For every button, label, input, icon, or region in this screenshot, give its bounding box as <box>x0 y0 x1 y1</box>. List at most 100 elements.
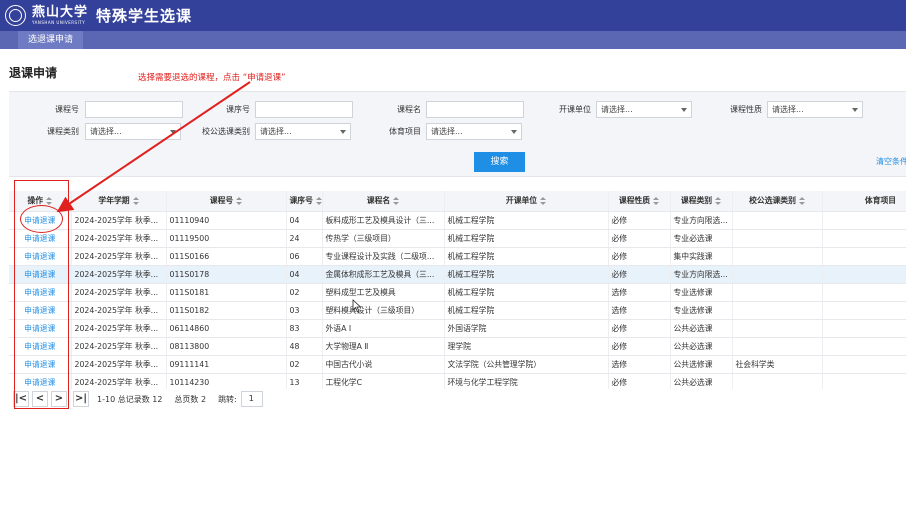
cell-category: 公共必选课 <box>670 373 733 389</box>
chevron-down-icon <box>511 130 517 134</box>
cell-course-name: 专业课程设计及实践（二级项... <box>322 247 445 266</box>
tab-withdraw-application[interactable]: 选退课申请 <box>18 31 84 49</box>
next-page-button[interactable]: > <box>51 391 67 407</box>
cell-course-name: 塑料模具设计（三级项目） <box>322 301 445 320</box>
apply-withdraw-link[interactable]: 申请退课 <box>9 319 72 338</box>
university-name-en: YANSHAN UNIVERSITY <box>32 20 86 25</box>
course-table: 操作 学年学期 课程号 课序号 课程名 开课单位 课程性质 课程类别 校公选课类… <box>9 191 906 389</box>
cell-elective <box>732 247 823 266</box>
col-header-course-code[interactable]: 课程号 <box>166 191 287 212</box>
dept-label: 开课单位 <box>559 105 591 114</box>
cell-sport <box>822 229 906 248</box>
cell-sport <box>822 211 906 230</box>
dept-select[interactable]: 请选择... <box>596 101 692 118</box>
table-row[interactable]: 申请退课 2024-2025学年 秋季... 01110940 04 板料成形工艺及模具… <box>9 211 906 230</box>
nature-select[interactable]: 请选择... <box>767 101 863 118</box>
cell-course-code: 06114860 <box>166 319 287 338</box>
jump-page-input[interactable]: 1 <box>240 391 263 407</box>
elective-select-value: 请选择... <box>260 127 292 136</box>
elective-select[interactable]: 请选择... <box>255 123 351 140</box>
sort-icon[interactable] <box>798 196 805 206</box>
col-header-nature[interactable]: 课程性质 <box>608 191 671 212</box>
col-header-course-seq[interactable]: 课序号 <box>286 191 323 212</box>
university-name: 燕山大学 <box>32 5 89 20</box>
cell-nature: 必修 <box>608 247 671 266</box>
category-select-value: 请选择... <box>90 127 122 136</box>
cell-elective <box>732 337 823 356</box>
cell-nature: 必修 <box>608 229 671 248</box>
cell-category: 专业方向限选... <box>670 265 733 284</box>
chevron-down-icon <box>340 130 346 134</box>
cell-course-code: 011S0181 <box>166 283 287 302</box>
cell-category: 公共选修课 <box>670 355 733 374</box>
apply-withdraw-link[interactable]: 申请退课 <box>9 337 72 356</box>
cell-sport <box>822 301 906 320</box>
apply-withdraw-link[interactable]: 申请退课 <box>9 355 72 374</box>
sort-icon[interactable] <box>46 196 53 206</box>
search-button[interactable]: 搜索 <box>474 152 525 172</box>
cell-elective <box>732 229 823 248</box>
first-page-button[interactable]: |< <box>13 391 29 407</box>
cell-category: 公共必选课 <box>670 319 733 338</box>
apply-withdraw-link[interactable]: 申请退课 <box>9 229 72 248</box>
cell-course-code: 01119500 <box>166 229 287 248</box>
apply-withdraw-link[interactable]: 申请退课 <box>9 373 72 389</box>
cell-category: 专业方向限选... <box>670 211 733 230</box>
cell-course-name: 金属体积成形工艺及模具（三... <box>322 265 445 284</box>
apply-withdraw-link[interactable]: 申请退课 <box>9 265 72 284</box>
category-label: 课程类别 <box>47 127 79 136</box>
cell-course-name: 传热学（三级项目） <box>322 229 445 248</box>
course-seq-input[interactable] <box>255 101 353 118</box>
table-row[interactable]: 申请退课 2024-2025学年 秋季... 011S0166 06 专业课程设计及实践… <box>9 247 906 266</box>
apply-withdraw-link[interactable]: 申请退课 <box>9 211 72 230</box>
sport-select[interactable]: 请选择... <box>426 123 522 140</box>
sort-icon[interactable] <box>132 196 139 206</box>
sort-icon[interactable] <box>315 196 321 206</box>
prev-page-button[interactable]: < <box>32 391 48 407</box>
table-row[interactable]: 申请退课 2024-2025学年 秋季... 011S0182 03 塑料模具设计（三级… <box>9 301 906 320</box>
table-row[interactable]: 申请退课 2024-2025学年 秋季... 10114230 13 工程化学C 环境与化… <box>9 373 906 389</box>
cell-course-code: 011S0166 <box>166 247 287 266</box>
apply-withdraw-link[interactable]: 申请退课 <box>9 301 72 320</box>
cell-course-seq: 13 <box>286 373 323 389</box>
col-header-term[interactable]: 学年学期 <box>71 191 167 212</box>
table-row[interactable]: 申请退课 2024-2025学年 秋季... 06114860 83 外语A Ⅰ 外国语学… <box>9 319 906 338</box>
cell-nature: 必修 <box>608 373 671 389</box>
table-row[interactable]: 申请退课 2024-2025学年 秋季... 01119500 24 传热学（三级项目）… <box>9 229 906 248</box>
university-brand: 燕山大学 YANSHAN UNIVERSITY <box>32 5 89 26</box>
nature-select-value: 请选择... <box>772 105 804 114</box>
col-header-category[interactable]: 课程类别 <box>670 191 733 212</box>
sort-icon[interactable] <box>540 196 547 206</box>
sort-icon[interactable] <box>715 196 722 206</box>
course-name-input[interactable] <box>426 101 524 118</box>
cell-dept: 外国语学院 <box>444 319 609 338</box>
table-row[interactable]: 申请退课 2024-2025学年 秋季... 08113800 48 大学物理A Ⅱ 理学… <box>9 337 906 356</box>
cell-term: 2024-2025学年 秋季... <box>71 229 167 248</box>
sort-icon[interactable] <box>653 196 660 206</box>
col-header-action[interactable]: 操作 <box>9 191 72 212</box>
cell-term: 2024-2025学年 秋季... <box>71 373 167 389</box>
table-row[interactable]: 申请退课 2024-2025学年 秋季... 011S0181 02 塑料成型工艺及模具… <box>9 283 906 302</box>
table-row[interactable]: 申请退课 2024-2025学年 秋季... 09111141 02 中国古代小说 文法学… <box>9 355 906 374</box>
sort-icon[interactable] <box>393 196 400 206</box>
last-page-button[interactable]: >| <box>73 391 89 407</box>
apply-withdraw-link[interactable]: 申请退课 <box>9 247 72 266</box>
course-name-label: 课程名 <box>397 105 421 114</box>
course-code-input[interactable] <box>85 101 183 118</box>
cell-course-code: 08113800 <box>166 337 287 356</box>
cell-nature: 必修 <box>608 265 671 284</box>
cell-nature: 必修 <box>608 337 671 356</box>
sort-icon[interactable] <box>236 196 243 206</box>
col-header-course-name[interactable]: 课程名 <box>322 191 445 212</box>
cell-course-name: 中国古代小说 <box>322 355 445 374</box>
table-row[interactable]: 申请退课 2024-2025学年 秋季... 011S0178 04 金属体积成形工艺及… <box>9 265 906 284</box>
col-header-elective[interactable]: 校公选课类别 <box>732 191 823 212</box>
cell-course-seq: 48 <box>286 337 323 356</box>
category-select[interactable]: 请选择... <box>85 123 181 140</box>
col-header-dept[interactable]: 开课单位 <box>444 191 609 212</box>
col-header-sport[interactable]: 体育项目 <box>822 191 906 212</box>
apply-withdraw-link[interactable]: 申请退课 <box>9 283 72 302</box>
clear-filters-link[interactable]: 清空条件 <box>876 156 906 167</box>
sub-navigation-bar: 选退课申请 <box>0 31 906 49</box>
cell-sport <box>822 247 906 266</box>
